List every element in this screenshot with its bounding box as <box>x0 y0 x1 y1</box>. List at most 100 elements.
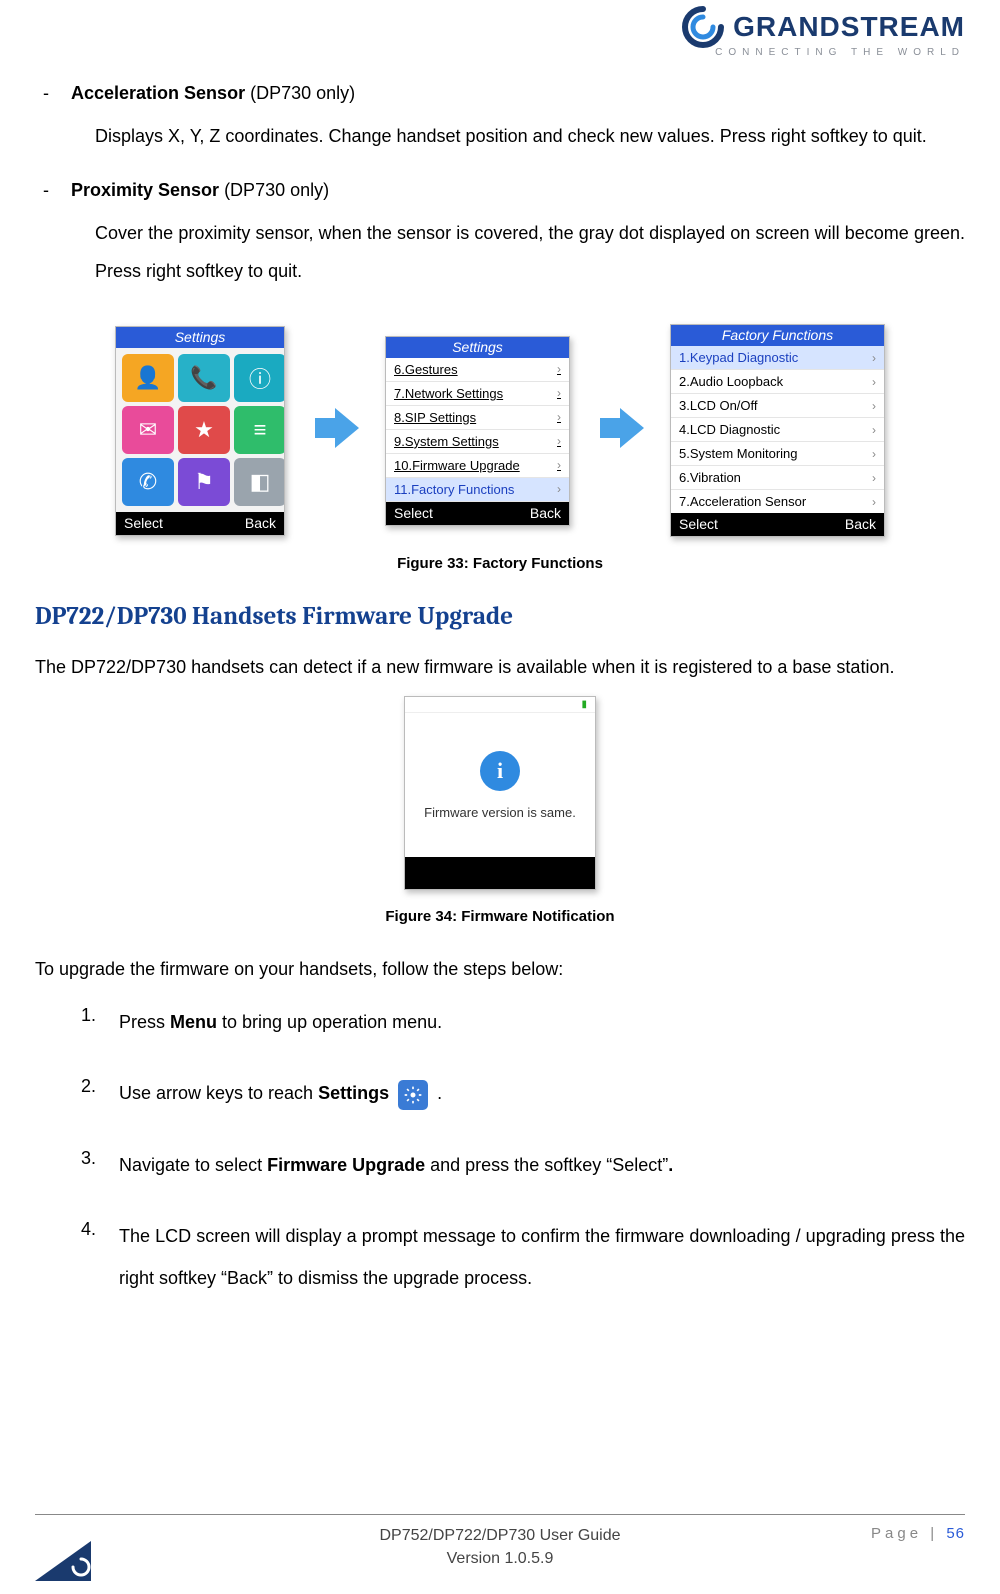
figure-33-row: Settings 👤 📞 ⓘ ✉ ★ ≡ ✆ ⚑ ◧ Select Back <box>35 324 965 537</box>
icon-grid: 👤 📞 ⓘ ✉ ★ ≡ ✆ ⚑ ◧ <box>116 348 284 512</box>
menu-item-sip[interactable]: 8.SIP Settings› <box>386 406 569 430</box>
menu-list: 1.Keypad Diagnostic› 2.Audio Loopback› 3… <box>671 346 884 513</box>
page-content: - Acceleration Sensor (DP730 only) Displ… <box>35 0 965 1299</box>
misc-icon: ◧ <box>234 458 285 506</box>
screen-title: Settings <box>116 327 284 348</box>
step-4: 4. The LCD screen will display a prompt … <box>81 1216 965 1299</box>
softkey-right[interactable]: Back <box>845 516 876 532</box>
softkey-bar: Select Back <box>116 512 284 535</box>
arrow-right-icon <box>594 402 646 459</box>
step-number: 3. <box>81 1145 101 1172</box>
dash-icon: - <box>43 83 49 104</box>
chevron-right-icon: › <box>557 434 561 448</box>
status-bar: ▮ <box>405 697 595 713</box>
bullet-body: Cover the proximity sensor, when the sen… <box>95 215 965 291</box>
settings-tile-icon <box>398 1080 428 1110</box>
step-1: 1. Press Menu to bring up operation menu… <box>81 1002 965 1043</box>
chevron-right-icon: › <box>872 495 876 509</box>
menu-item-gestures[interactable]: 6.Gestures› <box>386 358 569 382</box>
softkey-bar-empty <box>405 857 595 889</box>
list-icon: ≡ <box>234 406 285 454</box>
softkey-bar: Select Back <box>671 513 884 536</box>
softkey-left[interactable]: Select <box>124 515 163 531</box>
chevron-right-icon: › <box>557 362 561 376</box>
menu-item-network[interactable]: 7.Network Settings› <box>386 382 569 406</box>
page-number: Page | 56 <box>871 1525 965 1542</box>
arrow-right-icon <box>309 402 361 459</box>
menu-list: 6.Gestures› 7.Network Settings› 8.SIP Se… <box>386 358 569 502</box>
network-icon: ⓘ <box>234 354 285 402</box>
step-3: 3. Navigate to select Firmware Upgrade a… <box>81 1145 965 1186</box>
firmware-upgrade-label: Firmware Upgrade <box>267 1155 425 1175</box>
step-2: 2. Use arrow keys to reach Settings . <box>81 1073 965 1114</box>
menu-item-keypad-diag[interactable]: 1.Keypad Diagnostic› <box>671 346 884 370</box>
call-icon: ✆ <box>122 458 174 506</box>
menu-item-lcd-diag[interactable]: 4.LCD Diagnostic› <box>671 418 884 442</box>
firmware-notification-screen: ▮ i Firmware version is same. <box>404 696 596 890</box>
softkey-left[interactable]: Select <box>394 505 433 521</box>
chevron-right-icon: › <box>872 447 876 461</box>
settings-label: Settings <box>318 1083 389 1103</box>
battery-icon: ▮ <box>581 699 587 710</box>
favorites-icon: ★ <box>178 406 230 454</box>
tools-icon: ⚑ <box>178 458 230 506</box>
section-heading-firmware-upgrade: DP722/DP730 Handsets Firmware Upgrade <box>35 602 965 631</box>
menu-item-vibration[interactable]: 6.Vibration› <box>671 466 884 490</box>
step-number: 1. <box>81 1002 101 1029</box>
chevron-right-icon: › <box>557 386 561 400</box>
brand-name: GRANDSTREAM <box>733 11 965 43</box>
factory-functions-screen: Factory Functions 1.Keypad Diagnostic› 2… <box>670 324 885 537</box>
bullet-title: Proximity Sensor <box>71 180 219 200</box>
chevron-right-icon: › <box>872 423 876 437</box>
brand-tagline: CONNECTING THE WORLD <box>681 47 965 58</box>
screen-title: Settings <box>386 337 569 358</box>
softkey-bar: Select Back <box>386 502 569 525</box>
menu-item-audio-loop[interactable]: 2.Audio Loopback› <box>671 370 884 394</box>
chevron-right-icon: › <box>557 482 561 496</box>
settings-icons-screen: Settings 👤 📞 ⓘ ✉ ★ ≡ ✆ ⚑ ◧ Select Back <box>115 326 285 536</box>
voicemail-icon: ✉ <box>122 406 174 454</box>
menu-item-lcd-onoff[interactable]: 3.LCD On/Off› <box>671 394 884 418</box>
steps-intro: To upgrade the firmware on your handsets… <box>35 955 965 984</box>
bullet-acceleration-sensor: - Acceleration Sensor (DP730 only) Displ… <box>35 83 965 156</box>
notification-text: Firmware version is same. <box>424 805 576 820</box>
settings-list-screen: Settings 6.Gestures› 7.Network Settings›… <box>385 336 570 526</box>
step-number: 2. <box>81 1073 101 1100</box>
bullet-proximity-sensor: - Proximity Sensor (DP730 only) Cover th… <box>35 180 965 291</box>
menu-item-firmware[interactable]: 10.Firmware Upgrade› <box>386 454 569 478</box>
bullet-title: Acceleration Sensor <box>71 83 245 103</box>
section-intro: The DP722/DP730 handsets can detect if a… <box>35 653 965 682</box>
grandstream-mark-icon <box>681 5 725 49</box>
bullet-note: (DP730 only) <box>219 180 329 200</box>
chevron-right-icon: › <box>872 471 876 485</box>
chevron-right-icon: › <box>557 458 561 472</box>
screen-title: Factory Functions <box>671 325 884 346</box>
bullet-note: (DP730 only) <box>245 83 355 103</box>
contacts-icon: 👤 <box>122 354 174 402</box>
menu-label: Menu <box>170 1012 217 1032</box>
chevron-right-icon: › <box>872 375 876 389</box>
softkey-left[interactable]: Select <box>679 516 718 532</box>
dash-icon: - <box>43 180 49 201</box>
chevron-right-icon: › <box>872 399 876 413</box>
softkey-right[interactable]: Back <box>245 515 276 531</box>
upgrade-steps-list: 1. Press Menu to bring up operation menu… <box>81 1002 965 1299</box>
menu-item-factory[interactable]: 11.Factory Functions› <box>386 478 569 502</box>
footer-logo-icon <box>35 1533 91 1586</box>
chevron-right-icon: › <box>557 410 561 424</box>
chevron-right-icon: › <box>872 351 876 365</box>
figure-33-caption: Figure 33: Factory Functions <box>35 555 965 572</box>
menu-item-system[interactable]: 9.System Settings› <box>386 430 569 454</box>
softkey-right[interactable]: Back <box>530 505 561 521</box>
info-icon: i <box>480 751 520 791</box>
step-number: 4. <box>81 1216 101 1243</box>
figure-34-caption: Figure 34: Firmware Notification <box>35 908 965 925</box>
call-settings-icon: 📞 <box>178 354 230 402</box>
footer-version: Version 1.0.5.9 <box>379 1548 620 1570</box>
menu-item-sys-mon[interactable]: 5.System Monitoring› <box>671 442 884 466</box>
page-footer: DP752/DP722/DP730 User Guide Version 1.0… <box>35 1514 965 1570</box>
footer-title: DP752/DP722/DP730 User Guide <box>379 1525 620 1547</box>
brand-logo: GRANDSTREAM CONNECTING THE WORLD <box>681 5 965 58</box>
bullet-body: Displays X, Y, Z coordinates. Change han… <box>95 118 965 156</box>
menu-item-accel[interactable]: 7.Acceleration Sensor› <box>671 490 884 513</box>
